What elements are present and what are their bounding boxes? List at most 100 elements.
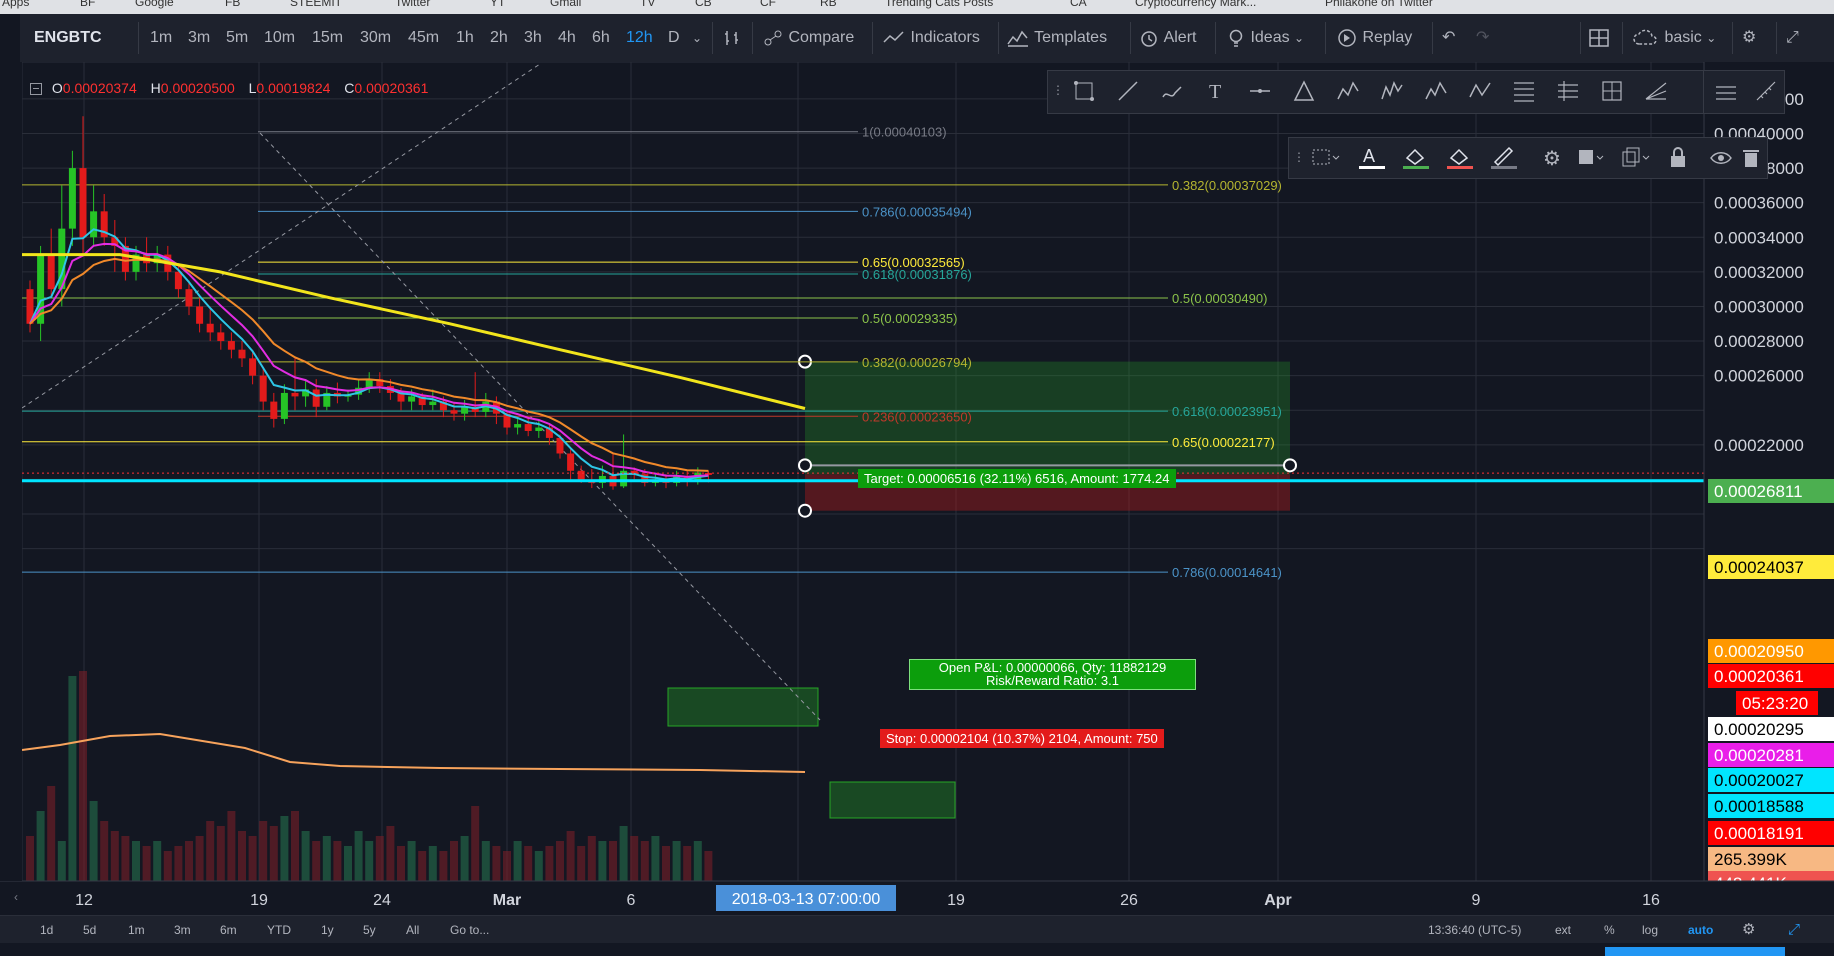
range-1m[interactable]: 1m (128, 916, 145, 944)
volume-bar (195, 836, 204, 881)
bookmark-trending[interactable]: Trending Cats Posts (885, 0, 993, 9)
interval-30m[interactable]: 30m (360, 14, 391, 62)
settings-icon[interactable]: ⚙ (1742, 14, 1756, 62)
delete-trash-icon[interactable] (1735, 138, 1767, 178)
bar-style-icon[interactable] (722, 14, 742, 62)
bookmark-google[interactable]: Google (135, 0, 174, 9)
auto-scale-icon[interactable]: ⤢ (1788, 916, 1800, 944)
symbol-search[interactable]: ENGBTC (34, 14, 102, 62)
horizontal-line-icon[interactable] (1238, 71, 1282, 111)
fill-color-target-icon[interactable] (1393, 138, 1437, 178)
fib-channel-icon[interactable] (1282, 71, 1326, 111)
range-5y[interactable]: 5y (363, 916, 376, 944)
range-1d[interactable]: 1d (40, 916, 53, 944)
interval-3h[interactable]: 3h (524, 14, 542, 62)
range-ytd[interactable]: YTD (267, 916, 291, 944)
fib-retracement-icon[interactable] (1502, 71, 1546, 111)
bookmark-twitter[interactable]: Twitter (395, 0, 430, 9)
pnl-box[interactable]: Open P&L: 0.00000066, Qty: 11882129 Risk… (909, 659, 1196, 690)
interval-4h[interactable]: 4h (558, 14, 576, 62)
interval-d[interactable]: D (668, 14, 680, 62)
elliott-wave-icon[interactable] (1414, 71, 1458, 111)
interval-1h[interactable]: 1h (456, 14, 474, 62)
price-tick-label: 0.00022000 (1714, 436, 1804, 455)
interval-dropdown-icon[interactable]: ⌄ (692, 14, 702, 62)
interval-15m[interactable]: 15m (312, 14, 343, 62)
left-gutter (0, 62, 22, 881)
chart-settings-icon[interactable]: ⚙ (1742, 916, 1755, 944)
fill-color-stop-icon[interactable] (1437, 138, 1481, 178)
stop-label[interactable]: Stop: 0.00002104 (10.37%) 2104, Amount: … (880, 729, 1164, 748)
volume-bar (428, 846, 437, 881)
line-color-icon[interactable] (1481, 138, 1525, 178)
bookmark-cmc[interactable]: Cryptocurrency Mark... (1135, 0, 1256, 9)
edit-drag-handle-icon[interactable]: ⋮ (1289, 138, 1305, 178)
range-3m[interactable]: 3m (174, 916, 191, 944)
interval-1m[interactable]: 1m (150, 14, 172, 62)
interval-45m[interactable]: 45m (408, 14, 439, 62)
text-icon[interactable]: T (1194, 71, 1238, 111)
ruler-icon[interactable] (1744, 71, 1788, 111)
compare-button[interactable]: Compare (762, 14, 854, 62)
layout-grid-icon[interactable] (1588, 14, 1610, 62)
range-6m[interactable]: 6m (220, 916, 237, 944)
candle-body (270, 401, 278, 419)
indicators-button[interactable]: Indicators (882, 14, 980, 62)
interval-12h[interactable]: 12h (626, 14, 653, 62)
interval-10m[interactable]: 10m (264, 14, 295, 62)
bookmark-bf[interactable]: BF (80, 0, 95, 9)
toggle-percent[interactable]: % (1604, 916, 1615, 944)
legend-collapse-icon[interactable] (30, 83, 42, 96)
toggle-log[interactable]: log (1642, 916, 1658, 944)
interval-3m[interactable]: 3m (188, 14, 210, 62)
interval-2h[interactable]: 2h (490, 14, 508, 62)
brush-icon[interactable] (1150, 71, 1194, 111)
bookmark-yt[interactable]: YT (490, 0, 505, 9)
object-settings-icon[interactable]: ⚙ (1529, 138, 1573, 178)
clone-icon[interactable] (1613, 138, 1657, 178)
goto-button[interactable]: Go to... (450, 916, 489, 944)
bookmark-cf[interactable]: CF (760, 0, 776, 9)
toggle-ext[interactable]: ext (1555, 916, 1571, 944)
lock-icon[interactable] (1657, 138, 1701, 178)
ideas-button[interactable]: Ideas ⌄ (1226, 14, 1304, 62)
pitchfork-icon[interactable] (1634, 71, 1678, 111)
select-template-icon[interactable] (1303, 138, 1347, 178)
range-5d[interactable]: 5d (83, 916, 96, 944)
target-label[interactable]: Target: 0.00006516 (32.11%) 6516, Amount… (858, 469, 1176, 488)
replay-button[interactable]: Replay (1336, 14, 1412, 62)
visibility-intervals-icon[interactable] (1569, 138, 1613, 178)
bookmark-ca[interactable]: CA (1070, 0, 1087, 9)
bookmark-gmail[interactable]: Gmail (550, 0, 581, 9)
interval-5m[interactable]: 5m (226, 14, 248, 62)
interval-6h[interactable]: 6h (592, 14, 610, 62)
wxy-pattern-icon[interactable] (1326, 71, 1370, 111)
parallel-channel-icon[interactable] (1704, 71, 1748, 111)
bookmark-rb[interactable]: RB (820, 0, 837, 9)
range-all[interactable]: All (406, 916, 419, 944)
fullscreen-icon[interactable]: ⤢ (1786, 14, 1799, 62)
range-1y[interactable]: 1y (321, 916, 334, 944)
abcde-pattern-icon[interactable] (1370, 71, 1414, 111)
cursor-crosshair-icon[interactable] (1062, 71, 1106, 111)
bookmark-philakone[interactable]: Philakone on Twitter (1325, 0, 1433, 9)
bookmark-tv[interactable]: TV (640, 0, 655, 9)
undo-icon[interactable]: ↶ (1442, 14, 1455, 62)
fib-level-label: 0.382(0.00037029) (1172, 178, 1282, 193)
toggle-auto[interactable]: auto (1688, 916, 1713, 944)
bookmark-cb[interactable]: CB (695, 0, 712, 9)
alert-button[interactable]: Alert (1138, 14, 1196, 62)
bookmark-steemit[interactable]: STEEMIT (290, 0, 342, 9)
templates-button[interactable]: Templates (1006, 14, 1107, 62)
abc-pattern-icon[interactable] (1458, 71, 1502, 111)
gann-fan-icon[interactable] (1546, 71, 1590, 111)
bookmark-fb[interactable]: FB (225, 0, 240, 9)
trendline-icon[interactable] (1106, 71, 1150, 111)
drag-handle-icon[interactable]: ⋮ (1048, 71, 1064, 111)
save-layout-button[interactable]: basic ⌄ (1632, 14, 1716, 62)
long-position-icon[interactable] (1590, 71, 1634, 111)
bookmark-apps[interactable]: Apps (2, 0, 29, 9)
redo-icon[interactable]: ↷ (1476, 14, 1489, 62)
price-chart[interactable]: 1(0.00040103) 0.786(0.00035494) 0.65(0.000… (0, 62, 1834, 915)
text-color-icon[interactable]: A (1349, 138, 1393, 178)
